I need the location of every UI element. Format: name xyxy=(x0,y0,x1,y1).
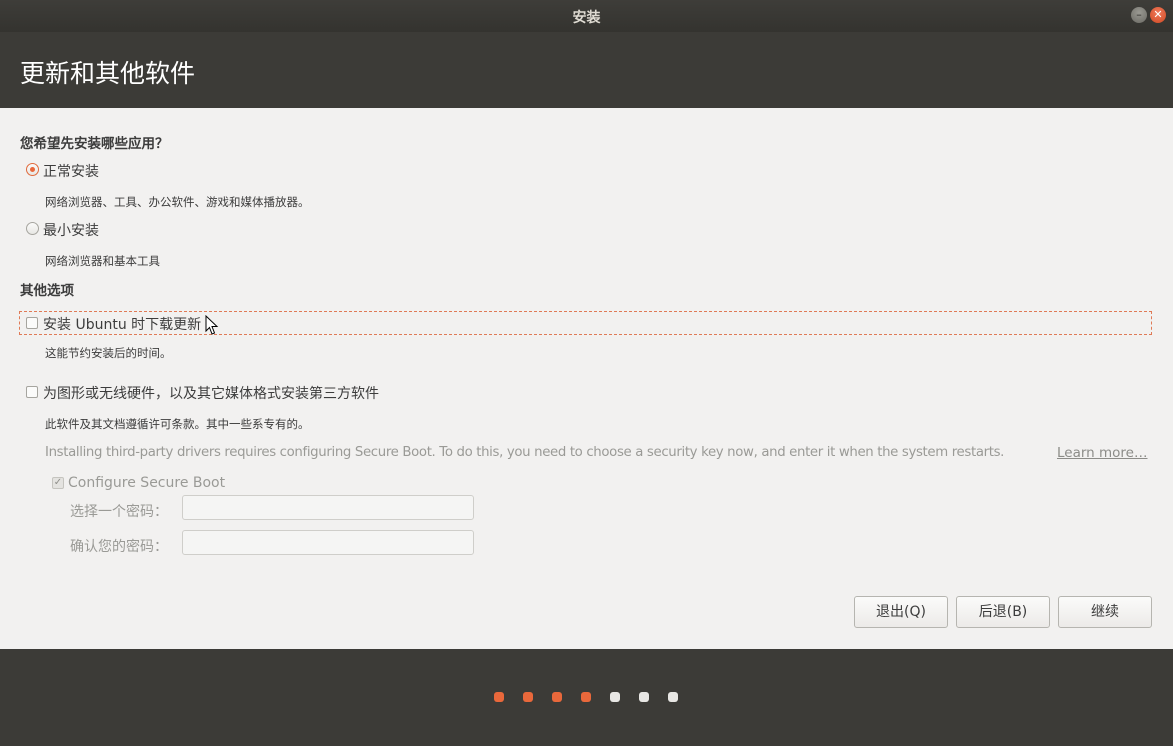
progress-dot-pending xyxy=(668,692,678,702)
back-button[interactable]: 后退(B) xyxy=(956,596,1050,628)
other-options-heading: 其他选项 xyxy=(20,283,74,299)
close-button[interactable]: ✕ xyxy=(1150,7,1166,23)
minimize-icon: – xyxy=(1136,8,1142,21)
confirm-password-label: 确认您的密码： xyxy=(70,539,168,555)
minimal-install-desc: 网络浏览器和基本工具 xyxy=(45,254,160,268)
close-icon: ✕ xyxy=(1153,8,1163,21)
progress-footer xyxy=(0,649,1173,746)
password-input xyxy=(182,495,474,520)
normal-install-desc: 网络浏览器、工具、办公软件、游戏和媒体播放器。 xyxy=(45,195,310,209)
learn-more-link[interactable]: Learn more… xyxy=(1057,445,1148,461)
checkbox-third-party-label[interactable]: 为图形或无线硬件，以及其它媒体格式安装第三方软件 xyxy=(43,383,379,403)
page-title: 更新和其他软件 xyxy=(20,59,196,88)
progress-dot-completed xyxy=(494,692,504,702)
checkbox-icon[interactable] xyxy=(26,386,38,398)
quit-button[interactable]: 退出(Q) xyxy=(854,596,948,628)
configure-secure-boot-label: Configure Secure Boot xyxy=(68,475,226,491)
page-header: 更新和其他软件 xyxy=(0,32,1173,108)
checkbox-icon[interactable] xyxy=(26,317,38,329)
radio-normal-install-label[interactable]: 正常安装 xyxy=(43,161,99,181)
download-updates-desc: 这能节约安装后的时间。 xyxy=(45,346,172,360)
password-label: 选择一个密码： xyxy=(70,504,168,520)
progress-dot-completed xyxy=(523,692,533,702)
third-party-desc: 此软件及其文档遵循许可条款。其中一些系专有的。 xyxy=(45,417,310,431)
main-content: 您希望先安装哪些应用？ 正常安装 网络浏览器、工具、办公软件、游戏和媒体播放器。… xyxy=(0,108,1173,649)
progress-dot-completed xyxy=(581,692,591,702)
window-title: 安装 xyxy=(572,10,601,26)
window-titlebar: 安装 – ✕ xyxy=(0,0,1173,32)
minimize-button[interactable]: – xyxy=(1131,7,1147,23)
continue-button[interactable]: 继续 xyxy=(1058,596,1152,628)
radio-minimal-install-label[interactable]: 最小安装 xyxy=(43,220,99,240)
progress-dot-completed xyxy=(552,692,562,702)
secure-boot-note: Installing third-party drivers requires … xyxy=(45,445,1005,460)
check-icon: ✓ xyxy=(52,477,64,489)
progress-dot-pending xyxy=(639,692,649,702)
radio-unselected-icon[interactable] xyxy=(26,222,39,235)
progress-dot-pending xyxy=(610,692,620,702)
mouse-pointer-icon xyxy=(205,315,219,335)
confirm-password-input xyxy=(182,530,474,555)
install-type-question: 您希望先安装哪些应用？ xyxy=(20,136,169,152)
checkbox-download-updates-label[interactable]: 安装 Ubuntu 时下载更新 xyxy=(43,314,201,334)
radio-selected-icon[interactable] xyxy=(26,163,39,176)
